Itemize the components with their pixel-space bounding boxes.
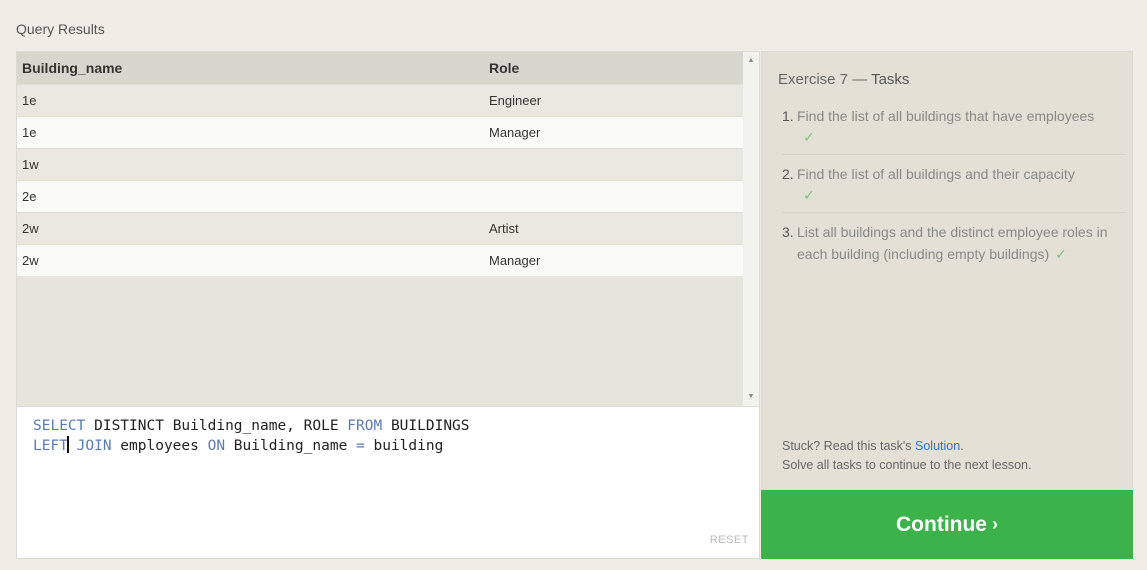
tasks-panel: Exercise 7 — Tasks 1. Find the list of a… xyxy=(761,51,1133,490)
task-number: 1. xyxy=(782,108,794,124)
cell-building-name: 2e xyxy=(17,179,486,212)
query-results-title: Query Results xyxy=(16,21,105,37)
cell-role: Engineer xyxy=(486,83,744,116)
task-text: Find the list of all buildings that have… xyxy=(797,108,1095,124)
task-item: 3. List all buildings and the distinct e… xyxy=(782,221,1126,272)
scroll-down-arrow-icon[interactable]: ▼ xyxy=(743,390,759,404)
sql-code[interactable]: SELECT DISTINCT Building_name, ROLE FROM… xyxy=(33,416,470,456)
table-row: 2w Manager xyxy=(17,243,744,276)
results-table: Building_name Role 1e Engineer 1e Manage… xyxy=(17,52,744,276)
cell-building-name: 1e xyxy=(17,115,486,148)
scroll-up-arrow-icon[interactable]: ▲ xyxy=(743,54,759,68)
help-text: Stuck? Read this task's Solution. Solve … xyxy=(782,437,1031,475)
results-scrollbar[interactable]: ▲ ▼ xyxy=(743,52,759,406)
sql-keyword: ON xyxy=(207,438,226,454)
exercise-label: Exercise 7 — xyxy=(778,71,872,88)
check-icon: ✓ xyxy=(803,129,815,145)
task-item: 1. Find the list of all buildings that h… xyxy=(782,105,1126,155)
table-row: 1w xyxy=(17,147,744,180)
help-line-2: Solve all tasks to continue to the next … xyxy=(782,458,1032,472)
solution-link[interactable]: Solution xyxy=(915,439,960,453)
cell-role xyxy=(486,179,744,212)
tasks-title: Exercise 7 — Tasks xyxy=(778,71,909,88)
table-row: 2w Artist xyxy=(17,211,744,244)
task-number: 3. xyxy=(782,224,794,240)
task-list: 1. Find the list of all buildings that h… xyxy=(782,105,1126,280)
continue-button[interactable]: Continue › xyxy=(761,490,1133,559)
table-row: 2e xyxy=(17,179,744,212)
task-text: Find the list of all buildings and their… xyxy=(797,166,1075,182)
table-header-row: Building_name Role xyxy=(17,52,744,84)
table-row: 1e Engineer xyxy=(17,83,744,116)
query-results-panel[interactable]: Building_name Role 1e Engineer 1e Manage… xyxy=(16,51,760,407)
cell-role xyxy=(486,147,744,180)
cell-building-name: 2w xyxy=(17,243,486,276)
column-header-building-name: Building_name xyxy=(17,52,486,84)
reset-button[interactable]: RESET xyxy=(710,534,749,546)
cell-role: Artist xyxy=(486,211,744,244)
cell-role: Manager xyxy=(486,243,744,276)
chevron-right-icon: › xyxy=(991,514,998,534)
cell-building-name: 2w xyxy=(17,211,486,244)
cell-role: Manager xyxy=(486,115,744,148)
continue-label: Continue xyxy=(896,512,987,536)
sql-text: DISTINCT Building_name, ROLE xyxy=(85,418,348,434)
sql-keyword: JOIN xyxy=(76,438,112,454)
table-row: 1e Manager xyxy=(17,115,744,148)
cell-building-name: 1e xyxy=(17,83,486,116)
check-icon: ✓ xyxy=(803,187,815,203)
sql-keyword: FROM xyxy=(347,418,383,434)
sql-keyword: SELECT xyxy=(33,418,86,434)
help-prefix: Stuck? Read this task's xyxy=(782,439,916,453)
task-number: 2. xyxy=(782,166,794,182)
sql-editor[interactable]: SELECT DISTINCT Building_name, ROLE FROM… xyxy=(16,407,760,559)
check-icon: ✓ xyxy=(1055,246,1067,262)
help-suffix: . xyxy=(960,439,964,453)
text-cursor xyxy=(66,436,69,453)
sql-text: building xyxy=(364,438,444,454)
column-header-role: Role xyxy=(486,52,744,84)
sql-keyword: LEFT xyxy=(33,438,68,454)
sql-text: employees xyxy=(111,438,208,454)
sql-operator: = xyxy=(356,438,365,454)
cell-building-name: 1w xyxy=(17,147,486,180)
sql-text: Building_name xyxy=(225,438,357,454)
task-item: 2. Find the list of all buildings and th… xyxy=(782,163,1126,213)
sql-text: BUILDINGS xyxy=(382,418,470,434)
tasks-label: Tasks xyxy=(871,71,910,88)
